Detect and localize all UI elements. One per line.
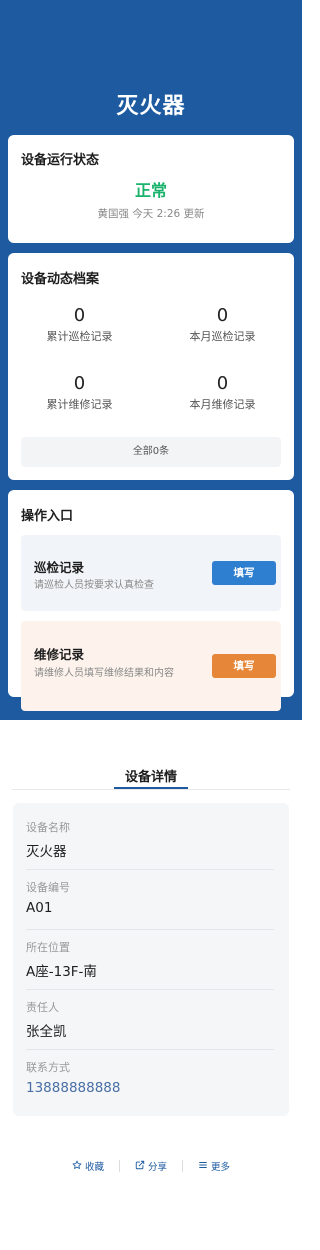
- field-label: 设备编号: [26, 881, 70, 894]
- status-card-heading: 设备运行状态: [21, 153, 100, 168]
- field-label: 设备名称: [26, 821, 70, 834]
- field-value: 灭火器: [26, 844, 67, 860]
- favorite-button[interactable]: 收藏: [57, 1159, 119, 1173]
- share-button[interactable]: 分享: [120, 1159, 182, 1173]
- tab-divider: [12, 789, 290, 790]
- status-updated-meta: 黄国强 今天 2:26 更新: [97, 208, 205, 220]
- patrol-fill-button[interactable]: 填写: [212, 561, 276, 585]
- star-icon: [72, 1160, 85, 1173]
- field-label: 所在位置: [26, 941, 70, 954]
- status-value: 正常: [134, 181, 167, 200]
- field-label: 责任人: [26, 1001, 59, 1014]
- operations-card: 操作入口 巡检记录 请巡检人员按要求认真检查 填写 维修记录 请维修人员填写维修…: [8, 490, 294, 711]
- more-label: 更多: [211, 1162, 231, 1173]
- stat-total-patrol[interactable]: 0 累计巡检记录: [8, 305, 151, 344]
- field-value: 张全凯: [26, 1024, 67, 1040]
- stat-label: 累计巡检记录: [46, 330, 113, 343]
- stat-value: 0: [73, 305, 86, 326]
- repair-record-desc: 请维修人员填写维修结果和内容: [34, 668, 174, 679]
- menu-icon: [198, 1160, 211, 1173]
- patrol-record-title: 巡检记录: [34, 560, 85, 575]
- patrol-record-entry: 巡检记录 请巡检人员按要求认真检查 填写: [21, 535, 281, 611]
- divider: [26, 869, 274, 870]
- stat-label: 本月维修记录: [189, 398, 256, 411]
- detail-field-contact: 联系方式 13888888888: [26, 1059, 274, 1096]
- stat-label: 累计维修记录: [46, 398, 113, 411]
- field-value: A座-13F-南: [26, 964, 97, 980]
- patrol-record-desc: 请巡检人员按要求认真检查: [34, 580, 154, 591]
- tab-device-details[interactable]: 设备详情: [0, 766, 302, 785]
- more-button[interactable]: 更多: [183, 1159, 245, 1173]
- detail-field-code: 设备编号 A01: [26, 879, 274, 916]
- repair-record-title: 维修记录: [34, 647, 85, 662]
- page-title: 灭火器: [116, 94, 186, 119]
- divider: [26, 1049, 274, 1050]
- stat-month-patrol[interactable]: 0 本月巡检记录: [151, 305, 294, 344]
- detail-field-owner: 责任人 张全凯: [26, 999, 274, 1040]
- stat-value: 0: [216, 305, 229, 326]
- repair-fill-button[interactable]: 填写: [212, 654, 276, 678]
- view-all-records-button[interactable]: 全部0条: [21, 437, 281, 467]
- detail-field-name: 设备名称 灭火器: [26, 819, 274, 860]
- device-details-panel: 设备名称 灭火器 设备编号 A01 所在位置 A座-13F-南 责任人 张全凯 …: [13, 803, 289, 1116]
- footer-actions: 收藏 分享 更多: [0, 1156, 302, 1176]
- archive-card-heading: 设备动态档案: [21, 272, 100, 287]
- operations-card-heading: 操作入口: [21, 509, 74, 524]
- stat-value: 0: [216, 373, 229, 394]
- archive-card: 设备动态档案 0 累计巡检记录 0 本月巡检记录 0 累计维修记录 0 本月维修…: [8, 253, 294, 480]
- share-icon: [135, 1160, 148, 1173]
- contact-phone-link[interactable]: 13888888888: [26, 1080, 274, 1096]
- stat-value: 0: [73, 373, 86, 394]
- repair-record-entry: 维修记录 请维修人员填写维修结果和内容 填写: [21, 621, 281, 711]
- divider: [26, 989, 274, 990]
- field-value: A01: [26, 900, 53, 916]
- field-label: 联系方式: [26, 1061, 70, 1074]
- favorite-label: 收藏: [84, 1162, 104, 1173]
- divider: [26, 929, 274, 930]
- stat-month-repair[interactable]: 0 本月维修记录: [151, 373, 294, 412]
- status-card: 设备运行状态 正常 黄国强 今天 2:26 更新: [8, 135, 294, 243]
- share-label: 分享: [147, 1162, 167, 1173]
- stat-total-repair[interactable]: 0 累计维修记录: [8, 373, 151, 412]
- stat-label: 本月巡检记录: [189, 330, 256, 343]
- tab-active-indicator: [114, 787, 188, 789]
- detail-field-location: 所在位置 A座-13F-南: [26, 939, 274, 980]
